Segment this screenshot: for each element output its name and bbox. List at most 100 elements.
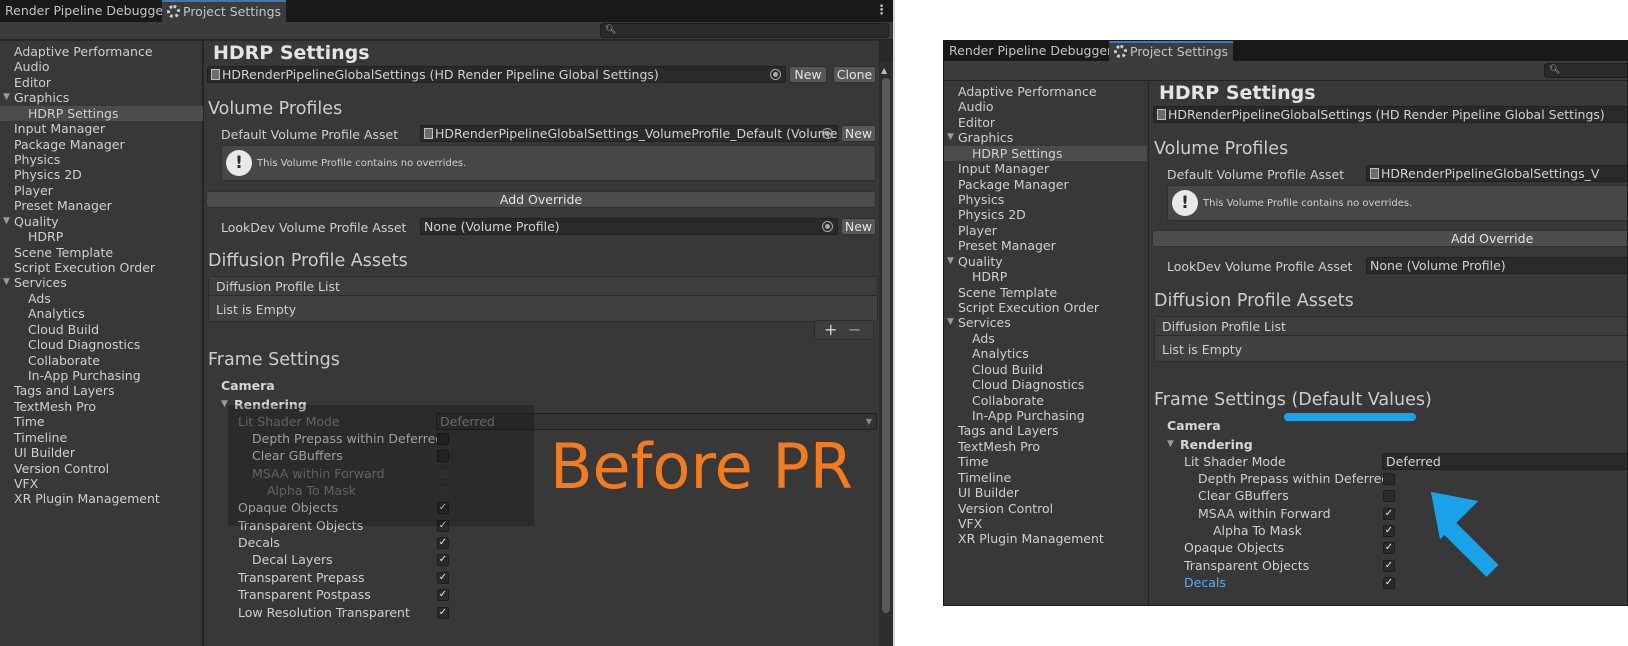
sidebar-item[interactable]: TextMesh Pro: [0, 399, 203, 414]
sidebar-item[interactable]: HDRP Settings: [944, 145, 1147, 161]
sidebar-item[interactable]: HDRP: [944, 269, 1147, 284]
sidebar-item[interactable]: Analytics: [944, 346, 1147, 361]
rendering-foldout[interactable]: Rendering: [1180, 437, 1253, 452]
new-lookdev-profile-button[interactable]: New: [841, 218, 876, 235]
object-picker-icon[interactable]: [822, 128, 833, 139]
expand-arrow-icon[interactable]: ▼: [3, 90, 10, 105]
sidebar-item[interactable]: Tags and Layers: [944, 423, 1147, 438]
sidebar-item[interactable]: Script Execution Order: [0, 260, 203, 275]
sidebar-item[interactable]: Time: [0, 414, 203, 429]
sidebar-item[interactable]: Player: [0, 183, 203, 198]
expand-arrow-icon[interactable]: ▼: [1167, 439, 1174, 449]
default-volume-profile-field[interactable]: HDRenderPipelineGlobalSettings_VolumePro…: [420, 125, 838, 142]
sidebar-item[interactable]: Editor: [944, 115, 1147, 130]
sidebar-item[interactable]: ▼ Services: [0, 275, 203, 290]
sidebar-item[interactable]: Tags and Layers: [0, 383, 203, 398]
sidebar-item[interactable]: Analytics: [0, 306, 203, 321]
expand-arrow-icon[interactable]: ▼: [221, 399, 228, 409]
sidebar-item[interactable]: Physics: [0, 152, 203, 167]
tab-project-settings[interactable]: Project Settings: [1109, 41, 1234, 61]
remove-item-icon[interactable]: −: [848, 320, 861, 339]
sidebar-item[interactable]: Audio: [0, 59, 203, 74]
lit-shader-mode-dropdown[interactable]: Deferred: [1382, 453, 1627, 470]
search-input[interactable]: 🔍︎: [600, 23, 889, 38]
expand-arrow-icon[interactable]: ▼: [3, 275, 10, 290]
sidebar-item[interactable]: Scene Template: [944, 285, 1147, 300]
lookdev-volume-profile-field[interactable]: None (Volume Profile): [420, 218, 838, 235]
scrollbar-thumb[interactable]: [882, 78, 890, 613]
new-global-settings-button[interactable]: New: [789, 66, 827, 83]
sidebar-item[interactable]: Physics: [944, 192, 1147, 207]
sidebar-item[interactable]: Editor: [0, 75, 203, 90]
sidebar-item[interactable]: Cloud Diagnostics: [944, 377, 1147, 392]
lookdev-volume-profile-field[interactable]: None (Volume Profile): [1366, 257, 1627, 274]
sidebar-item[interactable]: VFX: [0, 476, 203, 491]
sidebar-item[interactable]: Physics 2D: [944, 207, 1147, 222]
sidebar-item[interactable]: XR Plugin Management: [944, 531, 1147, 546]
sidebar-item[interactable]: HDRP Settings: [0, 105, 203, 121]
frame-setting-checkbox[interactable]: [1383, 490, 1395, 503]
sidebar-item[interactable]: HDRP: [0, 229, 203, 244]
new-volume-profile-button[interactable]: New: [841, 125, 876, 142]
frame-setting-checkbox[interactable]: ✓: [437, 589, 449, 602]
frame-setting-checkbox[interactable]: ✓: [1383, 525, 1395, 538]
sidebar-item[interactable]: Physics 2D: [0, 167, 203, 182]
scroll-up-icon[interactable]: ▲: [881, 66, 887, 75]
sidebar-item[interactable]: Adaptive Performance: [0, 44, 203, 59]
sidebar-item[interactable]: TextMesh Pro: [944, 439, 1147, 454]
sidebar-item[interactable]: XR Plugin Management: [0, 491, 203, 506]
global-settings-asset-field[interactable]: HDRenderPipelineGlobalSettings (HD Rende…: [207, 66, 786, 83]
sidebar-item[interactable]: Cloud Diagnostics: [0, 337, 203, 352]
frame-setting-checkbox[interactable]: ✓: [437, 554, 449, 567]
add-override-button[interactable]: Add Override: [206, 191, 876, 208]
global-settings-asset-field[interactable]: HDRenderPipelineGlobalSettings (HD Rende…: [1153, 106, 1627, 123]
sidebar-item[interactable]: VFX: [944, 516, 1147, 531]
sidebar-item[interactable]: ▼ Services: [944, 315, 1147, 330]
sidebar-item[interactable]: ▼ Graphics: [0, 90, 203, 105]
frame-setting-checkbox[interactable]: ✓: [437, 571, 449, 584]
more-options-icon[interactable]: ⋮: [875, 3, 888, 18]
frame-setting-checkbox[interactable]: ✓: [1383, 559, 1395, 572]
sidebar-item[interactable]: Cloud Build: [944, 362, 1147, 377]
sidebar-item[interactable]: Input Manager: [0, 121, 203, 136]
sidebar-item[interactable]: Preset Manager: [944, 238, 1147, 253]
sidebar-item[interactable]: Time: [944, 454, 1147, 469]
sidebar-item[interactable]: Timeline: [944, 470, 1147, 485]
search-input[interactable]: 🔍︎: [1544, 63, 1627, 78]
frame-setting-checkbox[interactable]: ✓: [437, 537, 449, 550]
sidebar-item[interactable]: Player: [944, 223, 1147, 238]
object-picker-icon[interactable]: [822, 221, 833, 232]
sidebar-item[interactable]: Adaptive Performance: [944, 84, 1147, 99]
sidebar-item[interactable]: Preset Manager: [0, 198, 203, 213]
sidebar-item[interactable]: Timeline: [0, 430, 203, 445]
add-item-icon[interactable]: +: [824, 320, 837, 339]
clone-global-settings-button[interactable]: Clone: [833, 66, 876, 83]
sidebar-item[interactable]: Script Execution Order: [944, 300, 1147, 315]
sidebar-item[interactable]: Collaborate: [0, 353, 203, 368]
frame-setting-checkbox[interactable]: ✓: [1383, 542, 1395, 555]
sidebar-item[interactable]: In-App Purchasing: [944, 408, 1147, 423]
frame-setting-checkbox[interactable]: ✓: [437, 606, 449, 619]
expand-arrow-icon[interactable]: ▼: [947, 130, 954, 145]
sidebar-item[interactable]: ▼ Quality: [944, 254, 1147, 269]
sidebar-item[interactable]: Audio: [944, 99, 1147, 114]
default-volume-profile-field[interactable]: HDRenderPipelineGlobalSettings_V: [1366, 165, 1627, 182]
frame-setting-checkbox[interactable]: ✓: [1383, 577, 1395, 590]
frame-setting-checkbox[interactable]: ✓: [1383, 507, 1395, 520]
expand-arrow-icon[interactable]: ▼: [3, 214, 10, 229]
object-picker-icon[interactable]: [770, 69, 781, 80]
sidebar-item[interactable]: Ads: [944, 331, 1147, 346]
sidebar-item[interactable]: Cloud Build: [0, 322, 203, 337]
sidebar-item[interactable]: Scene Template: [0, 245, 203, 260]
sidebar-item[interactable]: Package Manager: [944, 177, 1147, 192]
expand-arrow-icon[interactable]: ▼: [947, 254, 954, 269]
sidebar-item[interactable]: UI Builder: [0, 445, 203, 460]
sidebar-item[interactable]: Collaborate: [944, 393, 1147, 408]
sidebar-item[interactable]: Ads: [0, 291, 203, 306]
sidebar-item[interactable]: Version Control: [0, 461, 203, 476]
sidebar-item[interactable]: Package Manager: [0, 137, 203, 152]
sidebar-item[interactable]: UI Builder: [944, 485, 1147, 500]
sidebar-item[interactable]: Input Manager: [944, 161, 1147, 176]
sidebar-item[interactable]: ▼ Quality: [0, 214, 203, 229]
tab-render-pipeline-debugger[interactable]: Render Pipeline Debugger: [944, 41, 1117, 61]
